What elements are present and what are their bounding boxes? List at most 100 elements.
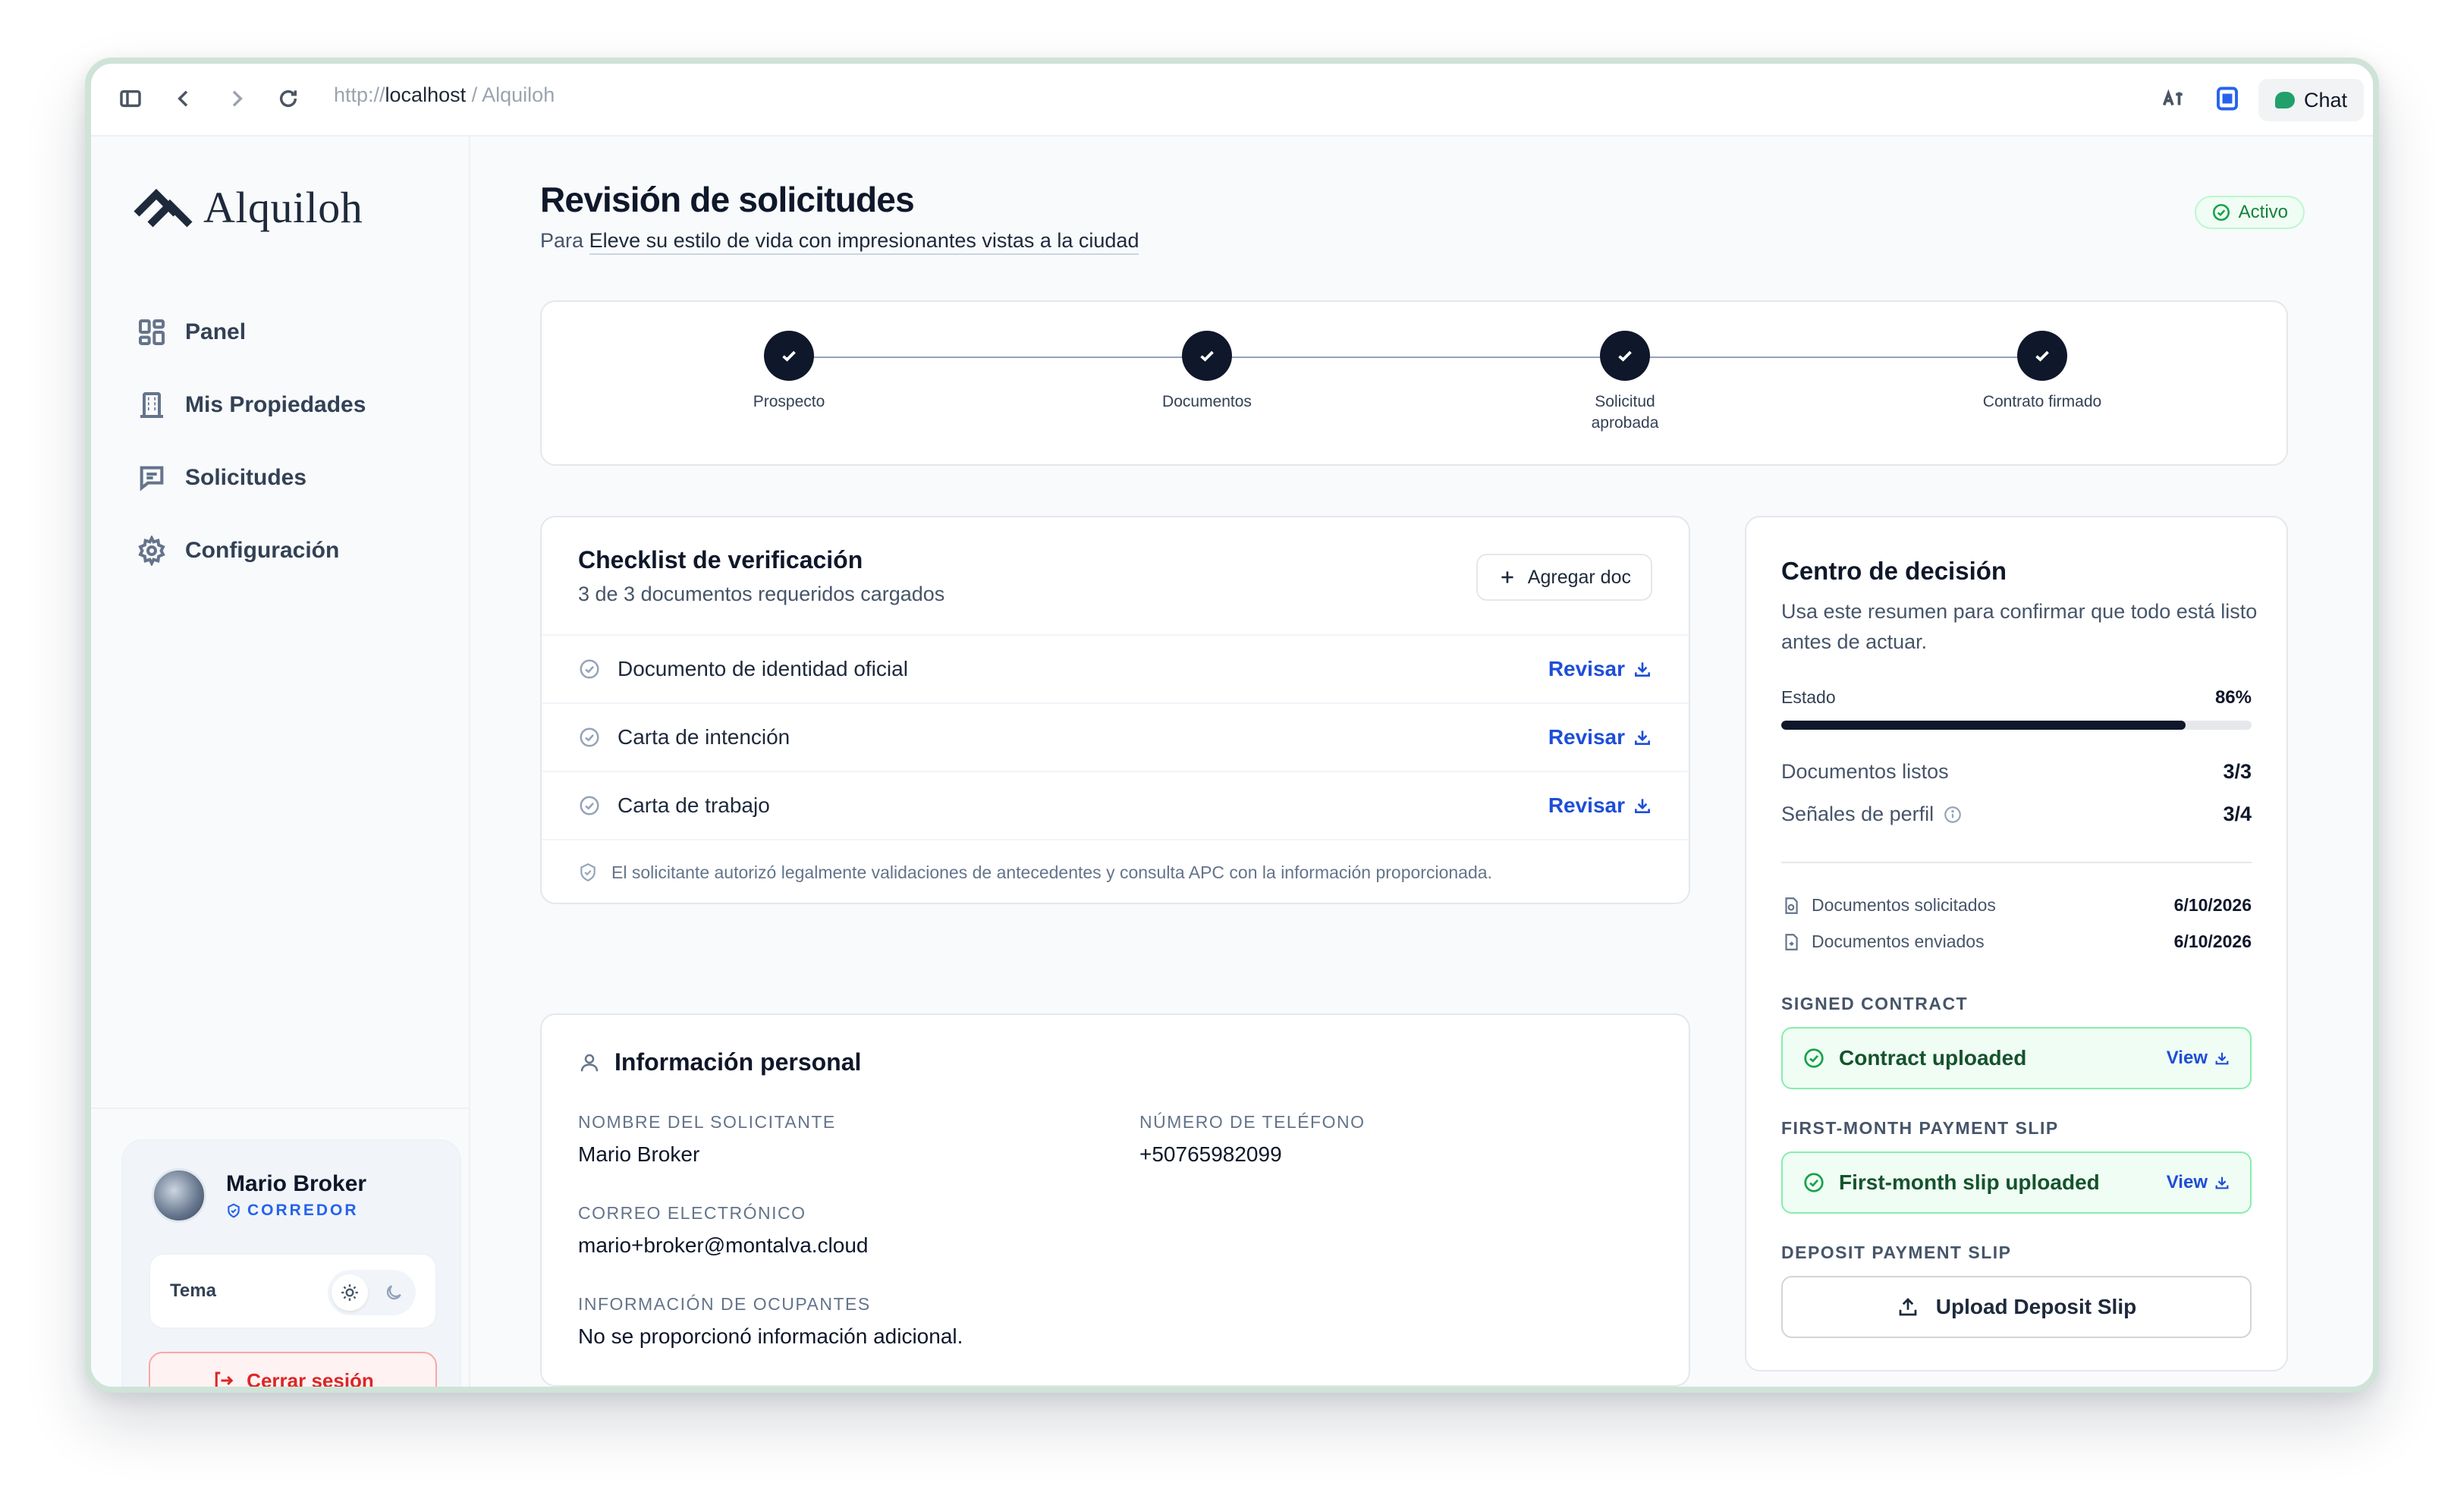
check-circle-icon [1804, 1048, 1824, 1068]
stat-documents-ready: Documentos listos 3/3 [1781, 760, 2252, 784]
review-button[interactable]: Revisar [1548, 793, 1652, 818]
url-host: localhost [385, 83, 467, 106]
review-button[interactable]: Revisar [1548, 657, 1652, 681]
sidebar-item-properties[interactable]: Mis Propiedades [137, 369, 366, 441]
stepper-line [789, 357, 2039, 358]
date-requested: Documentos solicitados 6/10/2026 [1781, 895, 2252, 916]
user-role-badge: CORREDOR [226, 1202, 359, 1220]
signed-contract-status: Contract uploaded View [1781, 1027, 2252, 1089]
date-sent: Documentos enviados 6/10/2026 [1781, 932, 2252, 952]
step-label: Documentos [1162, 393, 1252, 410]
name-value: Mario Broker [578, 1142, 700, 1166]
signed-contract-text: Contract uploaded [1839, 1046, 2027, 1070]
list-item: Documento de identidad oficial Revisar [542, 634, 1689, 702]
property-link[interactable]: Eleve su estilo de vida con impresionant… [589, 229, 1139, 255]
brand-logo[interactable]: Alquiloh [134, 182, 363, 233]
address-bar[interactable]: http://localhost / Alquiloh [334, 83, 555, 107]
back-icon[interactable] [165, 80, 202, 117]
check-circle-icon [1804, 1173, 1824, 1192]
info-icon[interactable] [1943, 805, 1963, 825]
checklist-subtitle: 3 de 3 documentos requeridos cargados [578, 583, 945, 605]
forward-icon[interactable] [218, 80, 255, 117]
theme-toggle[interactable] [328, 1270, 416, 1315]
download-icon [2215, 1177, 2229, 1189]
sun-icon[interactable] [332, 1274, 368, 1311]
add-doc-label: Agregar doc [1527, 566, 1631, 588]
stat-value: 3/3 [2223, 760, 2252, 783]
building-icon [140, 392, 163, 418]
step-contract: Contrato firmado [1951, 331, 2133, 413]
extension-icon[interactable] [2209, 80, 2246, 117]
url-scheme: http:// [334, 83, 385, 106]
date-value: 6/10/2026 [2173, 895, 2252, 915]
logout-button[interactable]: Cerrar sesión [149, 1352, 437, 1387]
step-prospect: Prospecto [698, 331, 880, 413]
url-path: / Alquiloh [466, 83, 555, 106]
review-button[interactable]: Revisar [1548, 725, 1652, 749]
logout-icon [215, 1371, 234, 1387]
check-circle-icon [580, 659, 599, 679]
step-documents: Documentos [1116, 331, 1298, 413]
document-clock-icon [1785, 897, 1798, 914]
moon-icon[interactable] [376, 1274, 412, 1311]
plus-icon [1501, 571, 1513, 583]
step-check-icon [1600, 331, 1650, 381]
download-icon [2215, 1052, 2229, 1065]
personal-info-header: Información personal [578, 1048, 861, 1076]
view-label: View [2166, 1048, 2208, 1068]
user-card: Mario Broker CORREDOR Tema Cerrar sesión [121, 1139, 461, 1387]
stat-label-group: Señales de perfil [1781, 803, 1963, 826]
email-value: mario+broker@montalva.cloud [578, 1233, 869, 1257]
view-label: View [2166, 1172, 2208, 1192]
sidebar-toggle-icon[interactable] [112, 80, 149, 117]
check-circle-icon [580, 796, 599, 815]
sidebar-item-label: Panel [185, 319, 247, 344]
page-subtitle: Para Eleve su estilo de vida con impresi… [540, 229, 1139, 255]
logo-icon [134, 188, 193, 228]
download-icon [1635, 662, 1650, 677]
first-month-label: FIRST-MONTH PAYMENT SLIP [1781, 1118, 2059, 1138]
review-label: Revisar [1548, 657, 1625, 680]
user-icon [580, 1054, 599, 1071]
subtitle-prefix: Para [540, 229, 584, 252]
progress-value: 86% [2214, 687, 2252, 708]
view-contract-button[interactable]: View [2167, 1048, 2230, 1069]
page-title: Revisión de solicitudes [540, 180, 915, 219]
sidebar-item-settings[interactable]: Configuración [137, 514, 366, 587]
stat-label: Señales de perfil [1781, 803, 1934, 825]
brand-name: Alquiloh [203, 183, 363, 232]
first-month-text: First-month slip uploaded [1839, 1170, 2100, 1194]
step-check-icon [764, 331, 814, 381]
sidebar-item-requests[interactable]: Solicitudes [137, 441, 366, 514]
verified-icon [228, 1203, 240, 1218]
upload-deposit-button[interactable]: Upload Deposit Slip [1781, 1276, 2252, 1338]
download-icon [1635, 730, 1650, 745]
user-name: Mario Broker [226, 1171, 367, 1196]
first-month-status: First-month slip uploaded View [1781, 1151, 2252, 1214]
translate-icon[interactable] [2154, 80, 2191, 117]
document-name: Carta de intención [618, 725, 790, 749]
phone-label: NÚMERO DE TELÉFONO [1139, 1112, 1366, 1132]
shield-icon [580, 862, 596, 882]
list-item: Carta de trabajo Revisar [542, 771, 1689, 839]
theme-selector: Tema [149, 1253, 437, 1329]
authorization-note: El solicitante autorizó legalmente valid… [542, 839, 1689, 904]
reload-icon[interactable] [270, 80, 306, 117]
list-item: Carta de intención Revisar [542, 702, 1689, 771]
phone-value: +50765982099 [1139, 1142, 1282, 1166]
download-icon [1635, 799, 1650, 813]
personal-info-title: Información personal [614, 1048, 862, 1076]
document-name: Carta de trabajo [618, 793, 770, 817]
document-send-icon [1785, 933, 1798, 950]
avatar[interactable] [152, 1168, 206, 1223]
deposit-label: DEPOSIT PAYMENT SLIP [1781, 1243, 2012, 1262]
sidebar-item-panel[interactable]: Panel [137, 296, 366, 369]
chat-button[interactable]: Chat [2258, 79, 2364, 121]
view-first-month-button[interactable]: View [2167, 1172, 2230, 1193]
browser-window: http://localhost / Alquiloh Chat Alquilo… [85, 58, 2379, 1393]
date-label: Documentos enviados [1812, 932, 1985, 951]
date-label: Documentos solicitados [1812, 895, 1996, 915]
name-label: NOMBRE DEL SOLICITANTE [578, 1112, 836, 1132]
add-doc-button[interactable]: Agregar doc [1476, 554, 1652, 601]
signed-contract-label: SIGNED CONTRACT [1781, 994, 1969, 1013]
